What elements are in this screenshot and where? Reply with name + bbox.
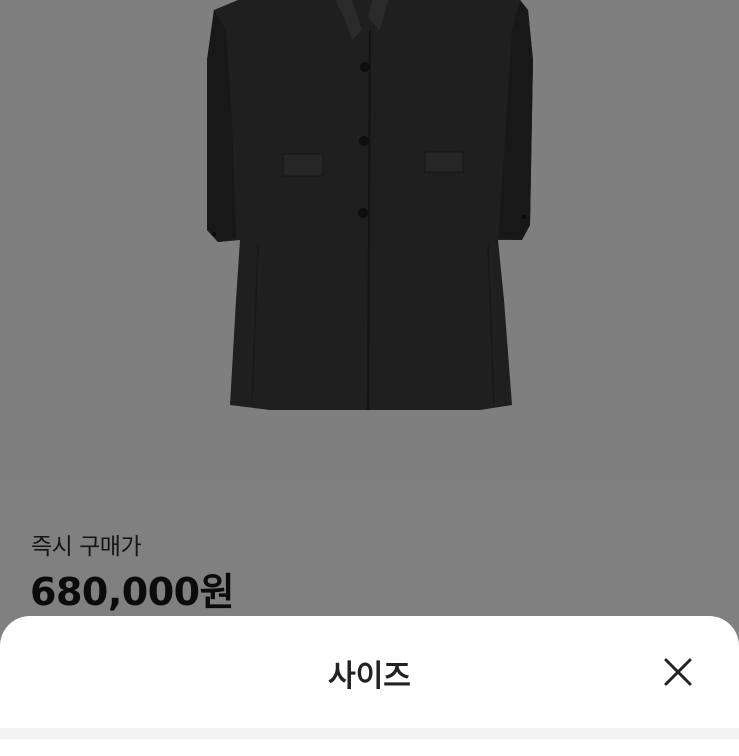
close-button[interactable]: [656, 650, 700, 694]
close-icon: [664, 658, 692, 686]
coat-image: [207, 0, 533, 411]
price-value: 680,000원: [30, 570, 235, 614]
product-image[interactable]: [0, 0, 739, 482]
sheet-title: 사이즈: [328, 659, 411, 694]
sheet-content-divider: [0, 728, 739, 739]
price-label: 즉시 구매가: [31, 534, 142, 560]
